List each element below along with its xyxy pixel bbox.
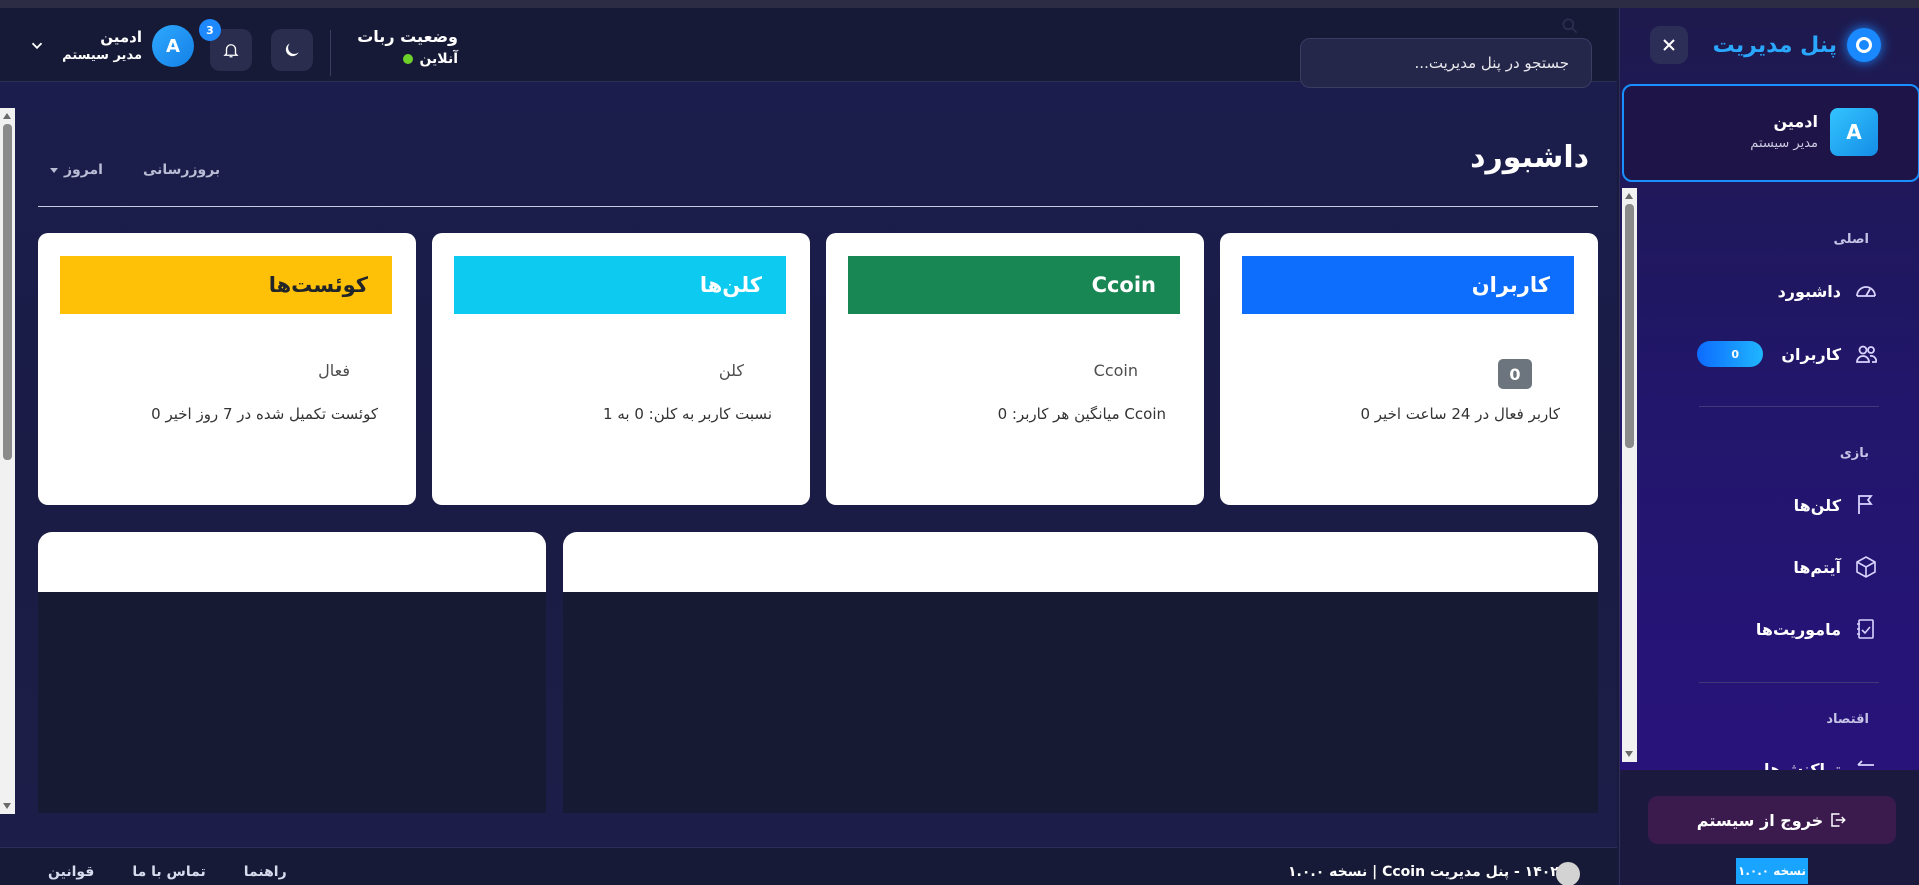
close-icon <box>1663 39 1675 51</box>
sidebar-item-users[interactable]: 0 کاربران <box>1697 341 1879 367</box>
bot-status-value: آنلاین <box>419 51 458 67</box>
card-header-ccoin: Ccoin <box>848 256 1180 314</box>
card-header-users: کاربران <box>1242 256 1574 314</box>
date-range-label: امروز <box>64 162 103 178</box>
version-badge: نسخه ۱.۰.۰ <box>1736 858 1808 884</box>
card-subtitle-ccoin: میانگین هر کاربر: 0 Ccoin <box>997 405 1166 423</box>
sidebar-profile-name: ادمین <box>1773 112 1818 131</box>
brand[interactable]: پنل مدیریت <box>1713 28 1881 62</box>
stat-card-quests: کوئست‌ها فعال 0 کوئست تکمیل شده در 7 روز… <box>38 233 416 505</box>
flag-icon <box>1853 492 1879 518</box>
avatar[interactable]: A <box>152 25 194 67</box>
sidebar-item-label: ماموریت‌ها <box>1755 619 1841 639</box>
user-menu[interactable]: ادمین مدیر سیستم A <box>28 24 194 68</box>
sidebar-item-clans[interactable]: کلن‌ها <box>1794 492 1879 518</box>
section-main: اصلی <box>1833 232 1869 247</box>
chart-panel-header <box>563 532 1598 592</box>
search-icon <box>1562 18 1578 34</box>
notification-badge: 3 <box>199 19 221 41</box>
sidebar-divider <box>1699 682 1879 683</box>
footer-copyright: © ۱۴۰۲ - پنل مدیریت Ccoin | نسخه ۱.۰.۰ <box>1288 864 1578 880</box>
sidebar-divider <box>1699 406 1879 407</box>
checklist-icon <box>1853 616 1879 642</box>
card-label-clans: کلن <box>718 361 744 380</box>
date-range-dropdown[interactable]: امروز <box>50 162 103 178</box>
scroll-down-arrow-icon[interactable] <box>1625 751 1633 757</box>
footer-circle-icon <box>1556 862 1580 885</box>
sidebar-item-label: داشبورد <box>1777 281 1841 301</box>
footer: راهنما تماس با ما قوانین © ۱۴۰۲ - پنل مد… <box>0 847 1617 885</box>
sidebar-item-dashboard[interactable]: داشبورد <box>1778 278 1879 304</box>
chart-panel-small <box>38 532 546 813</box>
users-icon <box>1853 341 1879 367</box>
scroll-down-arrow-icon[interactable] <box>3 803 11 809</box>
header-divider <box>330 30 331 76</box>
card-subtitle-users: 0 کاربر فعال در 24 ساعت اخیر <box>1360 405 1560 423</box>
sidebar-item-missions[interactable]: ماموریت‌ها <box>1756 616 1879 642</box>
section-game: بازی <box>1839 446 1869 461</box>
sidebar-item-label: کاربران <box>1781 344 1841 364</box>
title-divider <box>38 206 1598 207</box>
browser-top-strip <box>0 0 1919 8</box>
header-user-role: مدیر سیستم <box>62 48 142 63</box>
brand-title: پنل مدیریت <box>1712 32 1837 58</box>
bot-status: وضعیت ربات آنلاین <box>340 26 458 70</box>
card-subtitle-clans: نسبت کاربر به کلن: 0 به 1 <box>603 405 772 423</box>
close-sidebar-button[interactable] <box>1650 26 1688 64</box>
sidebar-item-label: کلن‌ها <box>1793 495 1841 515</box>
section-economy: اقتصاد <box>1826 712 1869 727</box>
card-subtitle-quests: 0 کوئست تکمیل شده در 7 روز اخیر <box>151 405 378 423</box>
moon-icon <box>285 43 299 57</box>
footer-link-rules[interactable]: قوانین <box>48 864 94 880</box>
logout-icon <box>1831 813 1847 827</box>
footer-link-help[interactable]: راهنما <box>244 864 287 880</box>
page-title: داشبورد <box>1470 140 1589 175</box>
logout-button[interactable]: خروج از سیستم <box>1648 796 1896 844</box>
footer-link-contact[interactable]: تماس با ما <box>132 864 205 880</box>
main-scrollbar[interactable] <box>0 108 15 814</box>
gauge-icon <box>1853 278 1879 304</box>
card-label-ccoin: Ccoin <box>1093 361 1138 380</box>
card-header-clans: کلن‌ها <box>454 256 786 314</box>
header-user-name: ادمین <box>100 28 142 46</box>
search-input[interactable] <box>1300 38 1592 88</box>
refresh-button[interactable]: بروزرسانی <box>143 162 220 178</box>
stat-card-ccoin: Ccoin Ccoin میانگین هر کاربر: 0 Ccoin <box>826 233 1204 505</box>
users-count-pill: 0 <box>1697 341 1764 367</box>
sidebar-avatar: A <box>1830 108 1878 156</box>
sidebar-item-label: آیتم‌ها <box>1793 557 1841 577</box>
chart-panel-header <box>38 532 546 592</box>
stat-card-users: کاربران 0 0 کاربر فعال در 24 ساعت اخیر <box>1220 233 1598 505</box>
sidebar-profile-card[interactable]: A ادمین مدیر سیستم <box>1622 84 1919 182</box>
sidebar: پنل مدیریت A ادمین مدیر سیستم اصلی داشبو… <box>1619 8 1919 885</box>
scroll-thumb[interactable] <box>1625 204 1634 448</box>
box-icon <box>1853 554 1879 580</box>
scroll-up-arrow-icon[interactable] <box>1625 193 1633 199</box>
stat-card-clans: کلن‌ها کلن نسبت کاربر به کلن: 0 به 1 <box>432 233 810 505</box>
chevron-down-icon[interactable] <box>28 37 46 55</box>
sidebar-scrollbar[interactable] <box>1622 188 1637 762</box>
logout-label: خروج از سیستم <box>1696 810 1824 830</box>
brand-logo-icon <box>1847 28 1881 62</box>
sidebar-item-items[interactable]: آیتم‌ها <box>1793 554 1879 580</box>
scroll-thumb[interactable] <box>3 124 12 460</box>
users-count-badge: 0 <box>1498 359 1532 389</box>
caret-down-icon <box>50 167 58 173</box>
card-label-quests: فعال <box>318 361 350 380</box>
scroll-up-arrow-icon[interactable] <box>3 113 11 119</box>
online-dot-icon <box>403 54 414 64</box>
theme-toggle-button[interactable] <box>271 29 313 71</box>
chart-panel-large <box>563 532 1598 813</box>
sidebar-profile-role: مدیر سیستم <box>1750 136 1818 151</box>
bot-status-title: وضعیت ربات <box>357 27 458 46</box>
bell-icon <box>223 44 239 58</box>
card-header-quests: کوئست‌ها <box>60 256 392 314</box>
